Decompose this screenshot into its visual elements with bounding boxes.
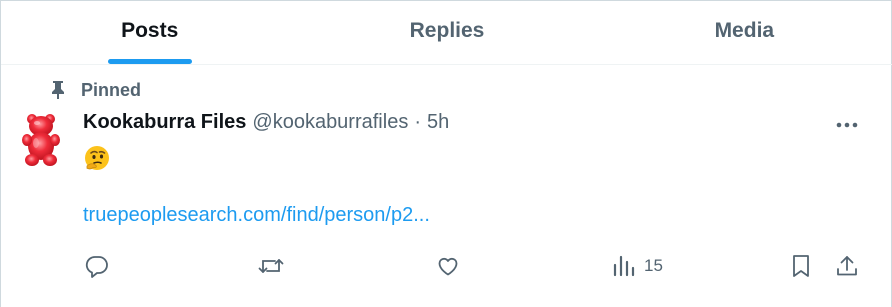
share-button[interactable] xyxy=(834,251,860,281)
tab-media[interactable]: Media xyxy=(596,1,892,64)
tab-replies[interactable]: Replies xyxy=(298,1,595,64)
post-timestamp[interactable]: 5h xyxy=(427,111,449,134)
repost-icon xyxy=(258,259,284,273)
like-button[interactable] xyxy=(435,251,461,281)
more-options-button[interactable] xyxy=(831,111,863,139)
like-icon xyxy=(438,257,458,276)
views-count: 15 xyxy=(644,256,663,275)
active-tab-indicator xyxy=(107,59,192,64)
pin-icon xyxy=(47,79,69,101)
views-icon xyxy=(613,255,635,277)
post-link[interactable]: truepeoplesearch.com/find/person/p2... xyxy=(83,204,430,227)
post-header: Kookaburra Files @kookaburrafiles · 5h xyxy=(83,111,449,134)
author-handle[interactable]: @kookaburrafiles xyxy=(252,111,408,134)
profile-tabs: Posts Replies Media xyxy=(1,1,892,65)
pinned-post[interactable]: Pinned Kookaburra Files @kookaburrafiles… xyxy=(1,65,892,307)
tab-replies-label: Replies xyxy=(409,18,485,42)
profile-timeline: Posts Replies Media Pinned Kookaburra Fi… xyxy=(0,0,892,307)
more-dots-icon xyxy=(836,122,858,128)
author-name[interactable]: Kookaburra Files xyxy=(83,111,246,134)
pinned-label: Pinned xyxy=(81,79,142,100)
share-icon xyxy=(837,256,857,276)
views-button[interactable]: 15 xyxy=(612,251,663,281)
post-actions: 15 xyxy=(1,251,892,281)
reply-icon xyxy=(85,256,108,278)
thinking-face-emoji xyxy=(83,144,111,172)
tab-media-label: Media xyxy=(714,18,775,42)
avatar[interactable] xyxy=(21,113,61,167)
repost-button[interactable] xyxy=(257,251,285,281)
tab-posts-label: Posts xyxy=(121,18,179,42)
bookmark-icon xyxy=(793,255,809,277)
pinned-indicator: Pinned xyxy=(47,79,141,101)
reply-button[interactable] xyxy=(84,251,110,281)
tab-posts[interactable]: Posts xyxy=(1,1,298,64)
separator-dot: · xyxy=(414,111,421,133)
bookmark-button[interactable] xyxy=(789,251,813,281)
